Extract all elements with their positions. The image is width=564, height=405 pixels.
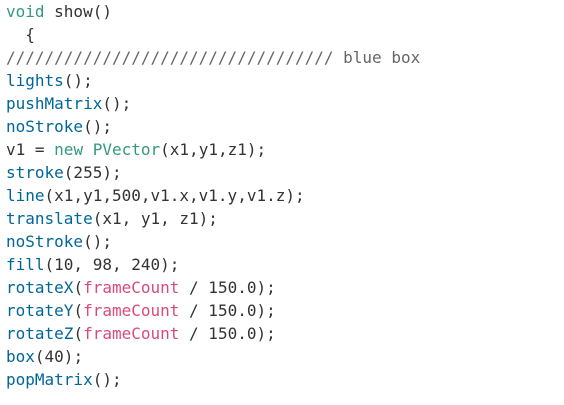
function-token: fill bbox=[6, 255, 45, 274]
variable-token: frameCount bbox=[83, 278, 180, 297]
code-text: (); bbox=[92, 370, 122, 389]
code-text: (40); bbox=[34, 347, 84, 366]
code-editor[interactable]: void show() { ///////////////////////////… bbox=[6, 0, 562, 405]
comment-token: ////////////////////////////////// blue … bbox=[6, 48, 421, 67]
code-text: (); bbox=[102, 94, 132, 113]
code-line[interactable]: line(x1,y1,500,v1.x,v1.y,v1.z); bbox=[6, 184, 562, 207]
function-token: rotateY bbox=[6, 301, 74, 320]
function-token: noStroke bbox=[6, 117, 84, 136]
code-line[interactable]: ////////////////////////////////// blue … bbox=[6, 46, 562, 69]
code-text: (x1, y1, z1); bbox=[92, 209, 218, 228]
function-token: noStroke bbox=[6, 232, 84, 251]
function-token: line bbox=[6, 186, 45, 205]
code-line[interactable]: box(40); bbox=[6, 345, 562, 368]
function-token: popMatrix bbox=[6, 370, 93, 389]
code-text: v1 = bbox=[6, 140, 55, 159]
code-text: (); bbox=[83, 117, 112, 136]
function-token: lights bbox=[6, 71, 64, 90]
code-text: show() bbox=[44, 2, 112, 21]
code-text: ( bbox=[73, 324, 84, 343]
code-text: (); bbox=[63, 71, 93, 90]
code-line[interactable]: stroke(255); bbox=[6, 161, 562, 184]
code-text: ( bbox=[73, 278, 84, 297]
code-line[interactable]: noStroke(); bbox=[6, 230, 562, 253]
code-text: / 150.0); bbox=[179, 324, 276, 343]
code-text: / 150.0); bbox=[179, 301, 276, 320]
code-text: (10, 98, 240); bbox=[44, 255, 180, 274]
function-token: box bbox=[6, 347, 35, 366]
code-line[interactable]: rotateX(frameCount / 150.0); bbox=[6, 276, 562, 299]
code-text: (x1,y1,500,v1.x,v1.y,v1.z); bbox=[44, 186, 305, 205]
code-text: ( bbox=[73, 301, 84, 320]
code-line[interactable]: rotateZ(frameCount / 150.0); bbox=[6, 322, 562, 345]
code-line[interactable]: translate(x1, y1, z1); bbox=[6, 207, 562, 230]
function-token: rotateZ bbox=[6, 324, 74, 343]
code-text: (); bbox=[83, 232, 112, 251]
code-text: (x1,y1,z1); bbox=[160, 140, 267, 159]
keyword-token: void bbox=[6, 2, 45, 21]
code-line[interactable]: v1 = new PVector(x1,y1,z1); bbox=[6, 138, 562, 161]
function-token: pushMatrix bbox=[6, 94, 103, 113]
code-line[interactable]: rotateY(frameCount / 150.0); bbox=[6, 299, 562, 322]
code-line[interactable]: { bbox=[6, 23, 562, 46]
variable-token: frameCount bbox=[83, 324, 180, 343]
function-token: rotateX bbox=[6, 278, 74, 297]
function-token: translate bbox=[6, 209, 93, 228]
code-line[interactable]: fill(10, 98, 240); bbox=[6, 253, 562, 276]
type-token: PVector bbox=[92, 140, 161, 159]
code-line[interactable]: popMatrix(); bbox=[6, 368, 562, 391]
variable-token: frameCount bbox=[83, 301, 180, 320]
code-text: { bbox=[6, 25, 35, 44]
function-token: stroke bbox=[6, 163, 64, 182]
code-line[interactable]: void show() bbox=[6, 0, 562, 23]
code-text: / 150.0); bbox=[179, 278, 276, 297]
keyword-token: new bbox=[54, 140, 84, 159]
code-line[interactable]: noStroke(); bbox=[6, 115, 562, 138]
code-line[interactable]: pushMatrix(); bbox=[6, 92, 562, 115]
code-line[interactable]: lights(); bbox=[6, 69, 562, 92]
code-text: (255); bbox=[63, 163, 122, 182]
